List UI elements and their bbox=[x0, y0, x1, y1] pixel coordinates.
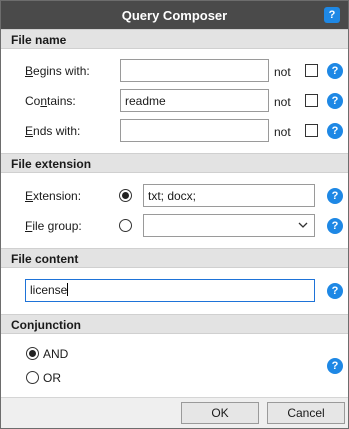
ends-with-label: Ends with: bbox=[25, 124, 81, 138]
extension-label: Extension: bbox=[25, 189, 82, 203]
text-caret bbox=[67, 283, 69, 296]
dialog-footer: OK Cancel bbox=[1, 397, 348, 428]
ends-with-not-label: not bbox=[274, 125, 291, 139]
file-group-label: File group: bbox=[25, 219, 82, 233]
ok-button[interactable]: OK bbox=[181, 402, 259, 424]
ends-with-help-icon[interactable]: ? bbox=[327, 123, 343, 139]
section-file-extension-title: File extension bbox=[11, 157, 92, 171]
begins-with-not-label: not bbox=[274, 65, 291, 79]
query-composer-dialog: Query Composer ? File name Begins with: … bbox=[0, 0, 349, 429]
conjunction-help-icon[interactable]: ? bbox=[327, 358, 343, 374]
section-conjunction-title: Conjunction bbox=[11, 318, 81, 332]
contains-label: Contains: bbox=[25, 94, 76, 108]
section-conjunction: Conjunction bbox=[1, 314, 348, 334]
contains-input[interactable] bbox=[120, 89, 269, 112]
cancel-button[interactable]: Cancel bbox=[267, 402, 345, 424]
extension-help-icon[interactable]: ? bbox=[327, 188, 343, 204]
radio-selected-dot bbox=[122, 192, 129, 199]
and-radio[interactable] bbox=[26, 347, 39, 360]
title-bar: Query Composer ? bbox=[1, 1, 348, 29]
file-content-help-icon[interactable]: ? bbox=[327, 283, 343, 299]
file-group-select[interactable] bbox=[143, 214, 315, 237]
help-icon[interactable]: ? bbox=[324, 7, 340, 23]
contains-not-label: not bbox=[274, 95, 291, 109]
ends-with-input[interactable] bbox=[120, 119, 269, 142]
file-group-help-icon[interactable]: ? bbox=[327, 218, 343, 234]
radio-selected-dot bbox=[29, 350, 36, 357]
section-file-content: File content bbox=[1, 248, 348, 268]
and-label: AND bbox=[43, 347, 69, 361]
chevron-down-icon bbox=[298, 222, 308, 228]
section-file-content-title: File content bbox=[11, 252, 79, 266]
file-content-value: license bbox=[30, 283, 68, 297]
contains-help-icon[interactable]: ? bbox=[327, 93, 343, 109]
extension-input[interactable] bbox=[143, 184, 315, 207]
begins-with-input[interactable] bbox=[120, 59, 269, 82]
ends-with-not-checkbox[interactable] bbox=[305, 124, 318, 137]
or-radio[interactable] bbox=[26, 371, 39, 384]
contains-not-checkbox[interactable] bbox=[305, 94, 318, 107]
begins-with-not-checkbox[interactable] bbox=[305, 64, 318, 77]
file-group-radio[interactable] bbox=[119, 219, 132, 232]
extension-radio[interactable] bbox=[119, 189, 132, 202]
or-label: OR bbox=[43, 371, 61, 385]
section-file-name: File name bbox=[1, 29, 348, 49]
begins-with-label: Begins with: bbox=[25, 64, 90, 78]
file-content-input[interactable]: license bbox=[25, 279, 315, 302]
section-file-name-title: File name bbox=[11, 33, 67, 47]
begins-with-help-icon[interactable]: ? bbox=[327, 63, 343, 79]
section-file-extension: File extension bbox=[1, 153, 348, 173]
dialog-title: Query Composer bbox=[121, 8, 228, 23]
